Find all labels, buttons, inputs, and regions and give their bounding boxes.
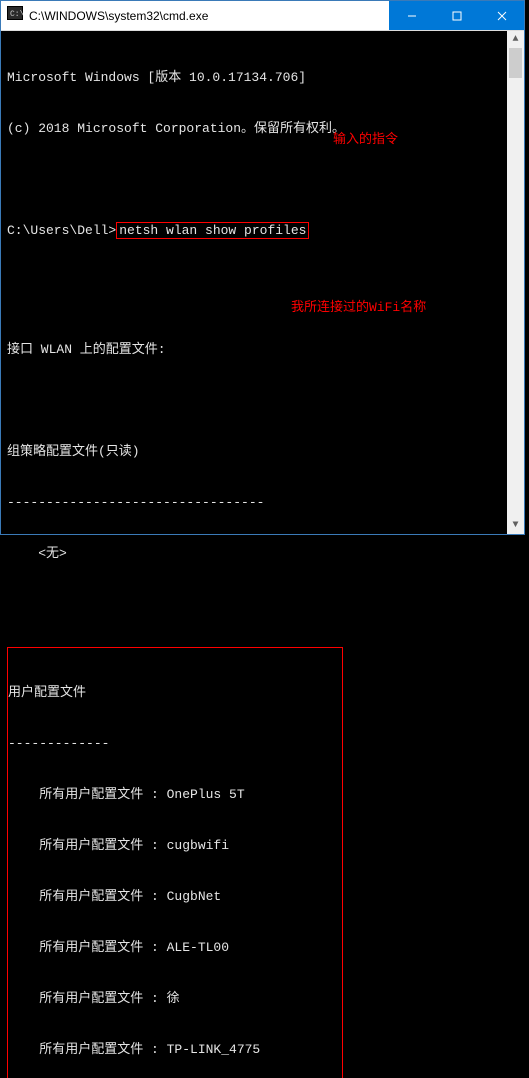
scroll-track[interactable] — [507, 48, 524, 517]
vertical-scrollbar[interactable]: ▲ ▼ — [507, 31, 524, 534]
command-text: netsh wlan show profiles — [119, 223, 306, 238]
annotation-input: 输入的指令 — [333, 131, 398, 148]
titlebar: C:\ C:\WINDOWS\system32\cmd.exe — [1, 1, 524, 31]
profile-row: 所有用户配置文件 : CugbNet — [8, 888, 342, 905]
none-line: <无> — [7, 545, 518, 562]
profile-row: 所有用户配置文件 : TP-LINK_4775 — [8, 1041, 342, 1058]
version-line: Microsoft Windows [版本 10.0.17134.706] — [7, 69, 518, 86]
profile-row: 所有用户配置文件 : OnePlus 5T — [8, 786, 342, 803]
minimize-button[interactable] — [389, 1, 434, 30]
cmd-icon: C:\ — [7, 6, 23, 25]
scroll-down-button[interactable]: ▼ — [507, 517, 524, 534]
window-title: C:\WINDOWS\system32\cmd.exe — [29, 9, 208, 23]
profile-row: 所有用户配置文件 : ALE-TL00 — [8, 939, 342, 956]
interface-line: 接口 WLAN 上的配置文件: — [7, 341, 518, 358]
blank — [7, 596, 518, 613]
group-policy-header: 组策略配置文件(只读) — [7, 443, 518, 460]
blank — [7, 392, 518, 409]
divider: ------------- — [8, 735, 342, 752]
profile-row: 所有用户配置文件 : 徐 — [8, 990, 342, 1007]
blank — [7, 290, 518, 307]
copyright-line: (c) 2018 Microsoft Corporation。保留所有权利。 — [7, 120, 518, 137]
blank — [7, 171, 518, 188]
command-box: netsh wlan show profiles — [116, 222, 309, 239]
prompt-prefix: C:\Users\Dell> — [7, 223, 116, 238]
profile-row: 所有用户配置文件 : cugbwifi — [8, 837, 342, 854]
scroll-up-button[interactable]: ▲ — [507, 31, 524, 48]
user-profiles-box: 用户配置文件 ------------- 所有用户配置文件 : OnePlus … — [7, 647, 343, 1078]
prompt-line-1: C:\Users\Dell>netsh wlan show profiles — [7, 222, 518, 239]
window-controls — [389, 1, 524, 30]
divider: --------------------------------- — [7, 494, 518, 511]
user-profiles-header: 用户配置文件 — [8, 684, 342, 701]
annotation-wifi: 我所连接过的WiFi名称 — [291, 299, 426, 316]
close-button[interactable] — [479, 1, 524, 30]
terminal-area[interactable]: Microsoft Windows [版本 10.0.17134.706] (c… — [1, 31, 524, 1078]
scroll-thumb[interactable] — [509, 48, 522, 78]
titlebar-left: C:\ C:\WINDOWS\system32\cmd.exe — [1, 6, 208, 25]
maximize-button[interactable] — [434, 1, 479, 30]
svg-text:C:\: C:\ — [10, 10, 23, 19]
cmd-window: C:\ C:\WINDOWS\system32\cmd.exe Microsof… — [0, 0, 525, 535]
